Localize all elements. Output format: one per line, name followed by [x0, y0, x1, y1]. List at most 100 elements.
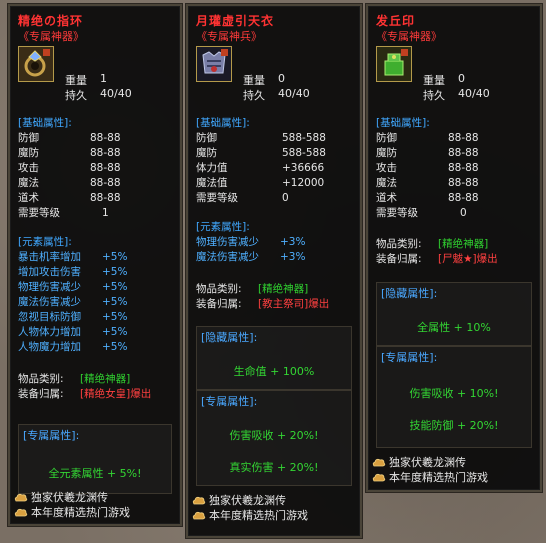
attr-value: 588-588 [282, 132, 326, 144]
owner-label: 装备归属: [196, 298, 242, 310]
footer-line: 本年度精选热门游戏 [192, 509, 356, 523]
attr-label: 攻击 [376, 162, 397, 174]
footer-text: 本年度精选热门游戏 [31, 506, 130, 519]
cloud-icon [14, 508, 28, 517]
base-attributes-header: [基础属性]: [376, 117, 430, 129]
attr-row: 魔法 88-88 [18, 176, 176, 191]
element-attr-label: 忽视目标防御 [18, 311, 81, 323]
element-attr-label: 暴击机率增加 [18, 251, 81, 263]
owner-label: 装备归属: [376, 253, 422, 265]
footer-text: 本年度精选热门游戏 [209, 509, 308, 522]
footer-line: 独家伏羲龙渊传 [372, 456, 536, 470]
category-value: [精绝神器] [258, 283, 309, 295]
attr-row: 防御 588-588 [196, 131, 356, 146]
element-attr-value: +5% [102, 311, 128, 323]
attr-label: 魔法 [376, 177, 397, 189]
attr-value: 88-88 [90, 132, 121, 144]
attr-row: 魔防 588-588 [196, 146, 356, 161]
attr-label: 防御 [376, 132, 397, 144]
element-attr-label: 人物魔力增加 [18, 341, 81, 353]
attr-label: 防御 [196, 132, 217, 144]
exclusive-item: 全元素属性 + 5%! [48, 467, 142, 480]
category-row: 物品类别: [精绝神器] [18, 372, 176, 387]
element-attr-value: +5% [102, 251, 128, 263]
element-attributes-header: [元素属性]: [18, 236, 72, 248]
element-attr-row: 忽视目标防御 +5% [18, 310, 176, 325]
attr-value: 88-88 [448, 177, 479, 189]
footer-line: 独家伏羲龙渊传 [14, 491, 176, 505]
item-subtitle: 《专属神器》 [376, 30, 442, 43]
attr-value: 88-88 [448, 132, 479, 144]
durability-label: 持久 [423, 89, 445, 102]
attr-label: 需要等级 [18, 207, 60, 219]
attr-value: +36666 [282, 162, 325, 174]
category-label: 物品类别: [376, 238, 422, 250]
footer-text: 本年度精选热门游戏 [389, 471, 488, 484]
attr-label: 道术 [18, 192, 39, 204]
cloud-icon [192, 496, 206, 505]
element-attr-row: 魔法伤害减少 +3% [196, 250, 356, 265]
element-attr-value: +3% [280, 251, 306, 263]
hidden-attributes-box: [隐藏属性]: 生命值 + 100% [196, 326, 352, 390]
footer-text: 独家伏羲龙渊传 [209, 494, 286, 507]
attr-row: 防御 88-88 [18, 131, 176, 146]
item-tooltip-ring: 精绝の指环 《专属神器》 重量 1 持久 40/40 [基础属性]: 防御 88-… [8, 4, 182, 526]
element-attr-value: +5% [102, 296, 128, 308]
cloud-icon [372, 458, 386, 467]
attr-row: 魔防 88-88 [18, 146, 176, 161]
cloud-icon [372, 473, 386, 482]
attr-value: 88-88 [448, 147, 479, 159]
attr-row: 防御 88-88 [376, 131, 536, 146]
attr-row: 攻击 88-88 [376, 161, 536, 176]
attr-label: 防御 [18, 132, 39, 144]
footer-line: 本年度精选热门游戏 [372, 471, 536, 485]
attr-row: 需要等级 0 [196, 191, 356, 206]
element-attr-label: 增加攻击伤害 [18, 266, 81, 278]
element-attr-row: 人物魔力增加 +5% [18, 340, 176, 355]
element-attr-value: +5% [102, 326, 128, 338]
exclusive-header: [专属属性]: [201, 395, 258, 408]
attr-label: 体力值 [196, 162, 228, 174]
attr-value: 88-88 [90, 192, 121, 204]
attr-row: 道术 88-88 [18, 191, 176, 206]
hidden-item: 生命值 + 100% [233, 365, 315, 378]
owner-row: 装备归属: [精绝女皇]爆出 [18, 387, 176, 402]
attr-value: 588-588 [282, 147, 326, 159]
attr-label: 需要等级 [196, 192, 238, 204]
element-attributes-header: [元素属性]: [196, 221, 250, 233]
weight-label: 重量 [65, 74, 87, 87]
element-attr-value: +5% [102, 266, 128, 278]
attr-value: 0 [460, 207, 467, 219]
cloud-icon [192, 511, 206, 520]
element-attr-label: 魔法伤害减少 [196, 251, 259, 263]
element-attr-label: 物理伤害减少 [18, 281, 81, 293]
durability-value: 40/40 [278, 87, 310, 100]
base-attributes-header: [基础属性]: [18, 117, 72, 129]
durability-value: 40/40 [100, 87, 132, 100]
exclusive-header: [专属属性]: [381, 351, 438, 364]
attr-row: 魔防 88-88 [376, 146, 536, 161]
attr-value: +12000 [282, 177, 325, 189]
base-attributes-header: [基础属性]: [196, 117, 250, 129]
attr-label: 魔法 [18, 177, 39, 189]
footer-text: 独家伏羲龙渊传 [31, 491, 108, 504]
element-attr-label: 物理伤害减少 [196, 236, 259, 248]
footer-text: 独家伏羲龙渊传 [389, 456, 466, 469]
footer-line: 独家伏羲龙渊传 [192, 494, 356, 508]
item-subtitle: 《专属神兵》 [196, 30, 262, 43]
durability-label: 持久 [65, 89, 87, 102]
weight-label: 重量 [243, 74, 265, 87]
attr-value: 88-88 [90, 147, 121, 159]
category-label: 物品类别: [196, 283, 242, 295]
attr-label: 魔防 [18, 147, 39, 159]
element-attr-value: +5% [102, 281, 128, 293]
owner-value: [教主祭司]爆出 [258, 298, 330, 310]
attr-row: 需要等级 0 [376, 206, 536, 221]
durability-value: 40/40 [458, 87, 490, 100]
cloud-icon [14, 493, 28, 502]
category-value: [精绝神器] [80, 373, 131, 385]
item-tooltip-seal: 发丘印 《专属神器》 重量 0 持久 40/40 [基础属性]: 防御 88-88… [366, 4, 542, 492]
element-attr-value: +3% [280, 236, 306, 248]
attr-label: 魔法值 [196, 177, 228, 189]
attr-label: 魔防 [376, 147, 397, 159]
